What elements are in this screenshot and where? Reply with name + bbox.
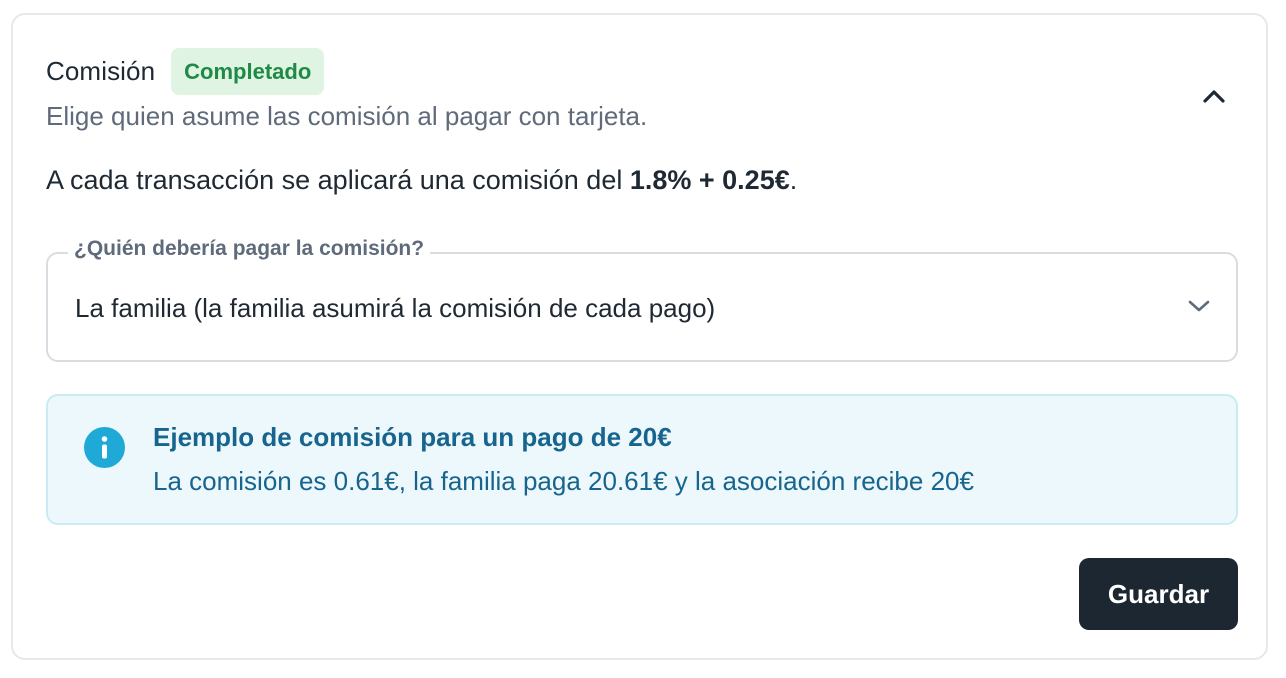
chevron-down-icon bbox=[1188, 300, 1210, 312]
info-icon bbox=[84, 427, 125, 468]
rate-suffix: . bbox=[789, 165, 798, 195]
alert-text: La comisión es 0.61€, la familia paga 20… bbox=[153, 466, 974, 496]
status-badge: Completado bbox=[171, 48, 325, 95]
section-title: Comisión bbox=[46, 56, 156, 86]
card-header: Comisión Completado bbox=[46, 48, 325, 95]
commission-rate-text: A cada transacción se aplicará una comis… bbox=[46, 165, 797, 196]
rate-prefix: A cada transacción se aplicará una comis… bbox=[46, 165, 630, 195]
section-subtitle: Elige quien asume las comisión al pagar … bbox=[46, 101, 648, 131]
rate-value: 1.8% + 0.25€ bbox=[629, 165, 790, 195]
commission-card: Comisión Completado Elige quien asume la… bbox=[11, 13, 1268, 660]
save-button[interactable]: Guardar bbox=[1079, 558, 1238, 630]
alert-title: Ejemplo de comisión para un pago de 20€ bbox=[153, 422, 672, 452]
chevron-up-icon bbox=[1203, 90, 1225, 103]
payer-select-value: La familia (la familia asumirá la comisi… bbox=[75, 293, 716, 323]
commission-example-alert: Ejemplo de comisión para un pago de 20€ … bbox=[46, 394, 1238, 525]
collapse-button[interactable] bbox=[1196, 78, 1232, 114]
payer-select-label: ¿Quién debería pagar la comisión? bbox=[68, 237, 431, 261]
payer-select[interactable]: ¿Quién debería pagar la comisión? La fam… bbox=[46, 237, 1238, 362]
